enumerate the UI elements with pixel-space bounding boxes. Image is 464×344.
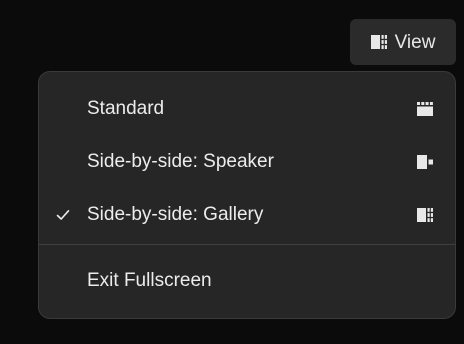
view-button[interactable]: View bbox=[350, 19, 456, 65]
side-by-side-gallery-icon bbox=[417, 208, 433, 222]
menu-item-exit-fullscreen[interactable]: Exit Fullscreen bbox=[39, 256, 455, 306]
menu-item-side-by-side-speaker[interactable]: Side-by-side: Speaker bbox=[39, 137, 455, 187]
checkmark-icon bbox=[56, 210, 70, 220]
menu-item-side-by-side-gallery[interactable]: Side-by-side: Gallery bbox=[39, 190, 455, 240]
grid-icon bbox=[417, 102, 433, 116]
menu-divider bbox=[39, 244, 455, 245]
menu-item-standard[interactable]: Standard bbox=[39, 84, 455, 134]
side-by-side-speaker-icon bbox=[417, 155, 433, 169]
view-menu: Standard Side-by-side: Speaker Side-by-s… bbox=[38, 71, 456, 319]
menu-item-label: Side-by-side: Gallery bbox=[87, 204, 264, 225]
menu-item-label: Exit Fullscreen bbox=[87, 270, 212, 291]
view-button-label: View bbox=[394, 31, 436, 53]
menu-item-label: Side-by-side: Speaker bbox=[87, 151, 274, 172]
side-by-side-gallery-icon bbox=[370, 35, 387, 49]
menu-item-label: Standard bbox=[87, 98, 165, 119]
fullscreen-stage: View Standard Side-by-side: Speaker Side… bbox=[0, 0, 464, 344]
